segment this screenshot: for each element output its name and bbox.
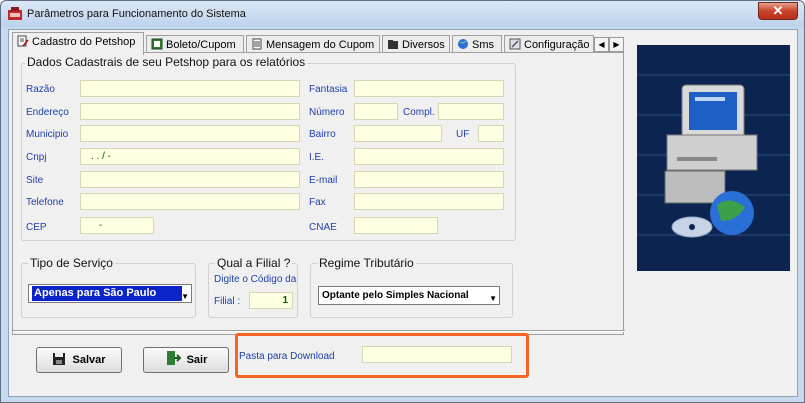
- fax-input[interactable]: [354, 193, 504, 210]
- cadastro-group: Dados Cadastrais de seu Petshop para os …: [21, 55, 516, 241]
- cep-label: CEP: [26, 222, 47, 233]
- tab-scroll-right-button[interactable]: ▶: [609, 37, 624, 52]
- tab-scroll-left-button[interactable]: ◀: [594, 37, 609, 52]
- email-label: E-mail: [309, 175, 338, 186]
- floppy-disk-icon: [53, 353, 66, 365]
- numero-label: Número: [309, 107, 345, 118]
- servico-select[interactable]: Apenas para São Paulo ▼: [28, 284, 192, 303]
- regime-group: Regime Tributário Optante pelo Simples N…: [310, 256, 513, 318]
- close-button[interactable]: ✕: [758, 2, 798, 20]
- fantasia-input[interactable]: [354, 80, 504, 97]
- regime-select[interactable]: Optante pelo Simples Nacional ▼: [318, 286, 500, 305]
- tab-label: Mensagem do Cupom: [266, 39, 375, 51]
- chevron-down-icon: ▼: [489, 294, 497, 303]
- tools-icon: [509, 38, 521, 50]
- note-icon: [252, 38, 262, 50]
- telefone-input[interactable]: [80, 193, 300, 210]
- ie-label: I.E.: [309, 152, 325, 163]
- exit-button-label: Sair: [186, 354, 208, 366]
- title-bar: Parâmetros para Funcionamento do Sistema…: [1, 1, 804, 27]
- municipio-label: Municipio: [26, 129, 69, 140]
- tab-label: Configuração I: [524, 39, 594, 51]
- ie-input[interactable]: [354, 148, 504, 165]
- cnae-input[interactable]: [354, 217, 438, 234]
- globe-icon: [458, 39, 468, 49]
- cep-input[interactable]: -: [80, 217, 154, 234]
- computer-illustration: [637, 45, 790, 271]
- cnpj-label: Cnpj: [26, 152, 47, 163]
- tab-label: Sms: [472, 39, 494, 51]
- tab-panel-cadastro: Dados Cadastrais de seu Petshop para os …: [12, 52, 624, 335]
- tab-scroll-arrows: ◀ ▶: [594, 37, 626, 53]
- download-folder-input[interactable]: [362, 346, 512, 363]
- site-input[interactable]: [80, 171, 300, 188]
- tab-label: Diversos: [402, 39, 445, 51]
- filial-group-title: Qual a Filial ?: [215, 256, 293, 270]
- filial-group: Qual a Filial ? Digite o Código da Filia…: [208, 256, 298, 318]
- regime-selected-value: Optante pelo Simples Nacional: [322, 290, 469, 301]
- save-button-label: Salvar: [72, 354, 106, 366]
- folder-icon: [388, 40, 398, 49]
- window-title: Parâmetros para Funcionamento do Sistema: [27, 8, 246, 20]
- save-button[interactable]: Salvar: [36, 347, 122, 373]
- cnae-label: CNAE: [309, 222, 337, 233]
- servico-selected-value: Apenas para São Paulo: [32, 286, 182, 301]
- endereco-input[interactable]: [80, 103, 300, 120]
- fantasia-label: Fantasia: [309, 84, 348, 95]
- exit-button[interactable]: Sair: [143, 347, 229, 373]
- uf-input[interactable]: [478, 125, 504, 142]
- exit-door-icon: [166, 351, 182, 365]
- filial-input[interactable]: 1: [249, 292, 293, 309]
- compl-label: Compl.: [403, 107, 435, 118]
- servico-group-title: Tipo de Serviço: [28, 256, 115, 270]
- servico-group: Tipo de Serviço Apenas para São Paulo ▼: [21, 256, 196, 318]
- app-icon: [8, 7, 22, 20]
- filial-hint: Digite o Código da: [214, 274, 297, 285]
- bairro-label: Bairro: [309, 129, 336, 140]
- email-input[interactable]: [354, 171, 504, 188]
- receipt-icon: [151, 38, 163, 50]
- bottom-separator: [13, 330, 625, 332]
- numero-input[interactable]: [354, 103, 398, 120]
- uf-label: UF: [456, 129, 470, 140]
- download-label: Pasta para Download: [239, 351, 335, 362]
- razao-label: Razão: [26, 84, 55, 95]
- razao-input[interactable]: [80, 80, 300, 97]
- compl-input[interactable]: [438, 103, 504, 120]
- endereco-label: Endereço: [26, 107, 69, 118]
- document-pen-icon: [17, 35, 29, 47]
- main-window: Parâmetros para Funcionamento do Sistema…: [0, 0, 805, 403]
- chevron-down-icon: ▼: [181, 292, 189, 301]
- tab-label: Cadastro do Petshop: [32, 36, 136, 48]
- site-label: Site: [26, 175, 44, 186]
- municipio-input[interactable]: [80, 125, 300, 142]
- tab-label: Boleto/Cupom: [166, 39, 236, 51]
- computer-image: [637, 45, 790, 271]
- fax-label: Fax: [309, 197, 326, 208]
- filial-label: Filial :: [214, 296, 241, 307]
- client-area: Cadastro do Petshop Boleto/Cupom Mensage…: [8, 29, 798, 397]
- regime-group-title: Regime Tributário: [317, 256, 416, 270]
- cnpj-input[interactable]: . . / -: [80, 148, 300, 165]
- cadastro-group-title: Dados Cadastrais de seu Petshop para os …: [25, 55, 308, 69]
- bairro-input[interactable]: [354, 125, 442, 142]
- telefone-label: Telefone: [26, 197, 64, 208]
- tab-cadastro[interactable]: Cadastro do Petshop: [12, 32, 144, 55]
